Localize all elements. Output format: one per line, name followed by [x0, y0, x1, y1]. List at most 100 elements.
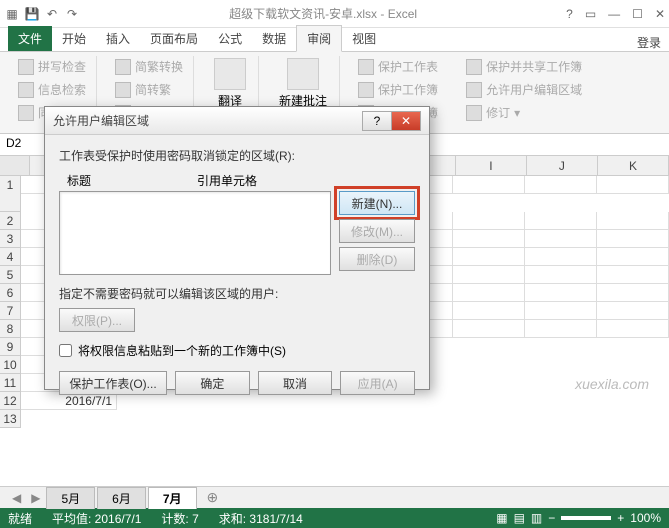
title-bar: ▦ 💾 ↶ ↷ 超级下载软文资讯-安卓.xlsx - Excel ? ▭ — ☐…	[0, 0, 669, 28]
tab-formula[interactable]: 公式	[208, 26, 252, 51]
col-header[interactable]: I	[456, 156, 527, 175]
ribbon-shareprotect[interactable]: 保护并共享工作簿	[462, 56, 586, 77]
row-header[interactable]: 9	[0, 338, 21, 356]
ribbon-protect-sheet[interactable]: 保护工作表	[354, 56, 442, 77]
paste-perms-input[interactable]	[59, 344, 72, 357]
edit-button: 修改(M)...	[339, 219, 415, 243]
row-header[interactable]: 5	[0, 266, 21, 284]
select-all-corner[interactable]	[0, 156, 30, 175]
zoom-out-icon[interactable]: −	[548, 511, 555, 525]
row-header[interactable]: 10	[0, 356, 21, 374]
row-header[interactable]: 12	[0, 392, 21, 410]
tab-home[interactable]: 开始	[52, 26, 96, 51]
sheet-tabs: ◀ ▶ 5月 6月 7月 ⊕	[0, 486, 669, 508]
ranges-listbox[interactable]	[59, 191, 331, 275]
simp-icon	[115, 59, 131, 75]
save-icon[interactable]: 💾	[24, 6, 40, 22]
minimize-icon[interactable]: —	[608, 7, 620, 21]
row-header[interactable]: 6	[0, 284, 21, 302]
ribbon-simp2[interactable]: 简转繁	[111, 79, 187, 100]
apply-button: 应用(A)	[340, 371, 415, 395]
ribbon-translate[interactable]: 翻译	[208, 56, 252, 111]
info-icon	[18, 82, 34, 98]
tab-layout[interactable]: 页面布局	[140, 26, 208, 51]
dialog-help-icon[interactable]: ?	[362, 111, 392, 131]
tab-file[interactable]: 文件	[8, 26, 52, 51]
col-header[interactable]: J	[527, 156, 598, 175]
view-break-icon[interactable]: ▥	[531, 511, 542, 525]
close-icon[interactable]: ✕	[655, 7, 665, 21]
window-title: 超级下载软文资讯-安卓.xlsx - Excel	[80, 5, 566, 22]
ribbon-simp[interactable]: 简繁转换	[111, 56, 187, 77]
ribbon-options-icon[interactable]: ▭	[585, 7, 596, 21]
protectbook-icon	[358, 82, 374, 98]
dialog-label-ranges: 工作表受保护时使用密码取消锁定的区域(R):	[59, 147, 415, 164]
tab-view[interactable]: 视图	[342, 26, 386, 51]
col-header[interactable]: K	[598, 156, 669, 175]
view-layout-icon[interactable]: ▤	[514, 511, 525, 525]
shareprotect-icon	[466, 59, 482, 75]
row-header[interactable]: 13	[0, 410, 21, 428]
sheet-nav-next[interactable]: ▶	[27, 491, 44, 505]
maximize-icon[interactable]: ☐	[632, 7, 643, 21]
protect-sheet-button[interactable]: 保护工作表(O)...	[59, 371, 167, 395]
dialog-title: 允许用户编辑区域	[53, 112, 363, 129]
sheet-tab-active[interactable]: 7月	[148, 487, 197, 509]
allowedit-icon	[466, 82, 482, 98]
status-count: 计数: 7	[161, 510, 198, 527]
zoom-level[interactable]: 100%	[630, 511, 661, 525]
protect-icon	[358, 59, 374, 75]
zoom-slider[interactable]	[561, 516, 611, 520]
ribbon-tabs: 文件 开始 插入 页面布局 公式 数据 审阅 视图 登录	[0, 28, 669, 52]
row-header[interactable]: 8	[0, 320, 21, 338]
tab-insert[interactable]: 插入	[96, 26, 140, 51]
dialog-label-users: 指定不需要密码就可以编辑该区域的用户:	[59, 285, 415, 302]
add-sheet-icon[interactable]: ⊕	[199, 489, 227, 506]
help-icon[interactable]: ?	[566, 7, 573, 21]
sheet-tab[interactable]: 5月	[46, 487, 95, 509]
thes-icon	[18, 105, 34, 121]
list-col-ref: 引用单元格	[197, 172, 257, 189]
tab-data[interactable]: 数据	[252, 26, 296, 51]
translate-icon	[214, 58, 246, 90]
status-ready: 就绪	[8, 510, 32, 527]
list-col-title: 标题	[67, 172, 197, 189]
excel-icon: ▦	[4, 6, 20, 22]
permissions-button: 权限(P)...	[59, 308, 135, 332]
ribbon-protect-book[interactable]: 保护工作簿	[354, 79, 442, 100]
allow-edit-ranges-dialog: 允许用户编辑区域 ? ✕ 工作表受保护时使用密码取消锁定的区域(R): 标题 引…	[44, 106, 430, 390]
ribbon-newcomment[interactable]: 新建批注	[273, 56, 333, 111]
status-avg: 平均值: 2016/7/1	[52, 510, 141, 527]
paste-perms-checkbox[interactable]: 将权限信息粘贴到一个新的工作簿中(S)	[59, 342, 415, 359]
comment-icon	[287, 58, 319, 90]
ribbon-allowedit[interactable]: 允许用户编辑区域	[462, 79, 586, 100]
sheet-nav-prev[interactable]: ◀	[8, 491, 25, 505]
ribbon-track[interactable]: 修订 ▾	[462, 102, 586, 123]
row-header[interactable]: 4	[0, 248, 21, 266]
redo-icon[interactable]: ↷	[64, 6, 80, 22]
spell-icon	[18, 59, 34, 75]
ribbon-spell[interactable]: 拼写检查	[14, 56, 90, 77]
zoom-in-icon[interactable]: +	[617, 511, 624, 525]
row-headers: 1 2 3 4 5 6 7 8 9 10 11 12 13	[0, 176, 21, 428]
row-header[interactable]: 1	[0, 176, 21, 212]
dialog-close-icon[interactable]: ✕	[391, 111, 421, 131]
sheet-tab[interactable]: 6月	[97, 487, 146, 509]
ok-button[interactable]: 确定	[175, 371, 250, 395]
undo-icon[interactable]: ↶	[44, 6, 60, 22]
delete-button: 删除(D)	[339, 247, 415, 271]
name-box[interactable]: D2	[0, 134, 48, 155]
status-sum: 求和: 3181/7/14	[219, 510, 303, 527]
simp2-icon	[115, 82, 131, 98]
row-header[interactable]: 7	[0, 302, 21, 320]
status-bar: 就绪 平均值: 2016/7/1 计数: 7 求和: 3181/7/14 ▦ ▤…	[0, 508, 669, 528]
row-header[interactable]: 3	[0, 230, 21, 248]
row-header[interactable]: 2	[0, 212, 21, 230]
tab-review[interactable]: 审阅	[296, 25, 342, 52]
view-normal-icon[interactable]: ▦	[496, 511, 507, 525]
ribbon-info[interactable]: 信息检索	[14, 79, 90, 100]
cancel-button[interactable]: 取消	[258, 371, 333, 395]
new-button[interactable]: 新建(N)...	[339, 191, 415, 215]
row-header[interactable]: 11	[0, 374, 21, 392]
login-link[interactable]: 登录	[637, 34, 661, 51]
